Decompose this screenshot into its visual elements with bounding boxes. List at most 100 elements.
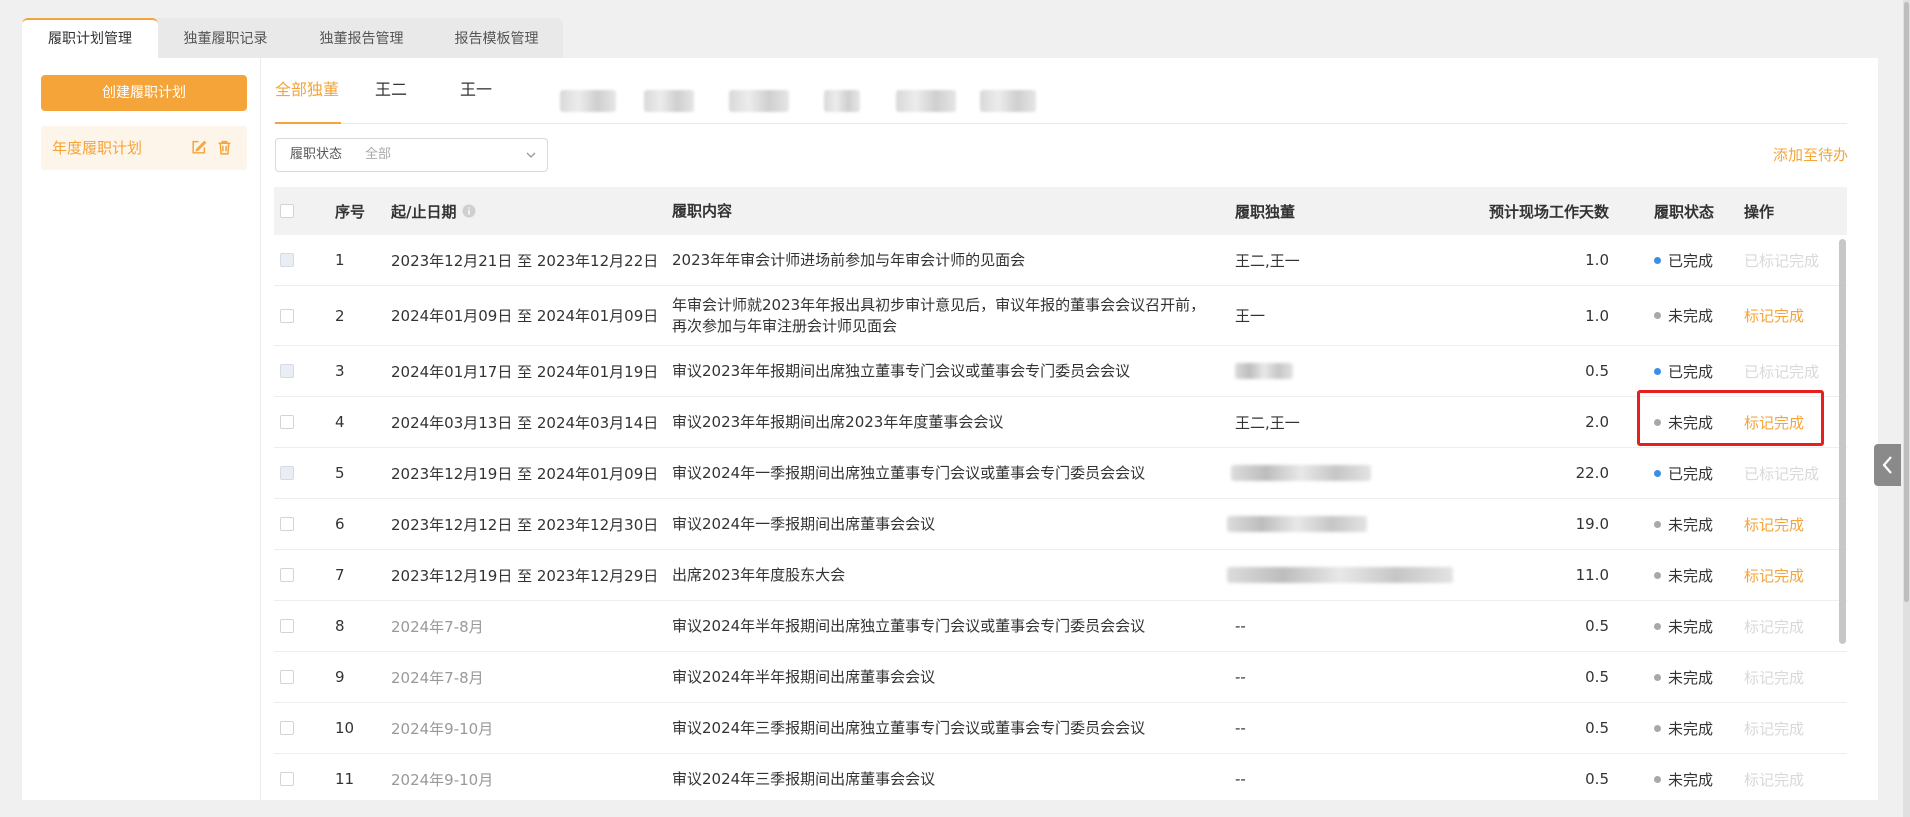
redacted-director-tab[interactable] xyxy=(729,90,789,112)
row-checkbox[interactable] xyxy=(280,308,294,323)
row-status-label: 未完成 xyxy=(1668,566,1714,585)
row-select-cell xyxy=(280,652,296,702)
edit-icon[interactable] xyxy=(190,139,207,156)
row-people-cell xyxy=(1231,448,1371,498)
row-action-link[interactable]: 标记完成 xyxy=(1744,397,1804,447)
row-index: 5 xyxy=(335,464,345,482)
row-date: 2024年03月13日 至 2024年03月14日 xyxy=(391,413,659,432)
row-people: -- xyxy=(1235,668,1246,686)
select-all-checkbox[interactable] xyxy=(280,204,294,218)
row-action-link[interactable]: 标记完成 xyxy=(1744,286,1804,345)
redacted-director-tab[interactable] xyxy=(560,90,616,112)
tab-report-management[interactable]: 独董报告管理 xyxy=(293,18,430,58)
row-days: 2.0 xyxy=(1585,413,1609,431)
row-status: 未完成 xyxy=(1654,754,1713,804)
row-date: 2023年12月21日 至 2023年12月22日 xyxy=(391,251,659,270)
tab-director-wang-yi[interactable]: 王一 xyxy=(460,67,492,123)
status-dot xyxy=(1654,724,1661,732)
header-date: 起/止日期 xyxy=(391,187,476,235)
row-select-cell xyxy=(280,346,296,396)
tab-performance-records[interactable]: 独董履职记录 xyxy=(158,18,293,58)
row-checkbox[interactable] xyxy=(280,517,294,531)
tab-all-directors[interactable]: 全部独董 xyxy=(275,67,341,124)
row-index: 3 xyxy=(335,362,345,380)
plan-sidebar: 创建履职计划 年度履职计划 xyxy=(22,58,261,800)
row-days: 11.0 xyxy=(1575,566,1609,584)
row-date: 2024年9-10月 xyxy=(391,719,494,738)
row-days: 0.5 xyxy=(1585,668,1609,686)
row-select-cell xyxy=(280,448,296,498)
status-dot xyxy=(1654,256,1661,264)
redacted-director-tab[interactable] xyxy=(824,90,860,112)
row-select-cell xyxy=(280,754,296,804)
tab-plan-management[interactable]: 履职计划管理 xyxy=(22,18,158,58)
row-date: 2024年7-8月 xyxy=(391,668,484,687)
side-panel-handle[interactable] xyxy=(1874,444,1901,486)
row-checkbox[interactable] xyxy=(280,619,294,633)
row-checkbox[interactable] xyxy=(280,772,294,786)
row-people-cell: 王二,王一 xyxy=(1235,235,1300,285)
row-days: 1.0 xyxy=(1585,251,1609,269)
table-row: 4 2024年03月13日 至 2024年03月14日 审议2023年年报期间出… xyxy=(274,397,1847,448)
row-days: 1.0 xyxy=(1585,306,1609,325)
header-action: 操作 xyxy=(1744,202,1775,221)
row-index: 11 xyxy=(335,770,355,788)
trash-icon[interactable] xyxy=(216,139,233,156)
row-date: 2023年12月12日 至 2023年12月30日 xyxy=(391,515,659,534)
info-icon[interactable] xyxy=(462,204,476,218)
row-status: 已完成 xyxy=(1654,235,1713,285)
header-content: 履职内容 xyxy=(672,201,733,220)
header-date-label: 起/止日期 xyxy=(391,202,457,221)
row-checkbox[interactable] xyxy=(280,415,294,429)
row-status: 未完成 xyxy=(1654,601,1713,651)
table-scrollbar[interactable] xyxy=(1839,239,1846,644)
row-status: 已完成 xyxy=(1654,448,1713,498)
row-days: 0.5 xyxy=(1585,719,1609,737)
row-people: -- xyxy=(1235,617,1246,635)
row-people-cell: 王二,王一 xyxy=(1235,397,1300,447)
status-dot xyxy=(1654,520,1661,528)
row-checkbox[interactable] xyxy=(280,721,294,735)
row-content: 审议2024年一季报期间出席独立董事专门会议或董事会专门委员会会议 xyxy=(672,463,1146,482)
redacted-director-tab[interactable] xyxy=(980,90,1036,112)
row-checkbox[interactable] xyxy=(280,568,294,582)
row-action-link[interactable]: 标记完成 xyxy=(1744,550,1804,600)
row-status: 未完成 xyxy=(1654,652,1713,702)
row-people: 王一 xyxy=(1235,307,1266,325)
row-action-link[interactable]: 标记完成 xyxy=(1744,499,1804,549)
row-content: 审议2024年三季报期间出席董事会会议 xyxy=(672,769,936,788)
row-date: 2024年7-8月 xyxy=(391,617,484,636)
row-status: 未完成 xyxy=(1654,550,1713,600)
row-checkbox[interactable] xyxy=(280,670,294,684)
row-content: 出席2023年年度股东大会 xyxy=(672,565,846,584)
status-filter-select[interactable]: 履职状态 全部 xyxy=(275,138,548,172)
tab-director-wang-er[interactable]: 王二 xyxy=(375,67,407,123)
status-filter-label: 履职状态 xyxy=(290,147,343,162)
row-people-cell xyxy=(1235,346,1293,396)
row-select-cell xyxy=(280,601,296,651)
row-content: 审议2024年半年报期间出席董事会会议 xyxy=(672,667,936,686)
row-action-link: 标记完成 xyxy=(1744,617,1805,636)
table-row: 10 2024年9-10月 审议2024年三季报期间出席独立董事专门会议或董事会… xyxy=(274,703,1847,754)
row-date: 2024年01月17日 至 2024年01月19日 xyxy=(391,362,659,381)
page-scrollbar[interactable] xyxy=(1904,2,1909,602)
table-row: 9 2024年7-8月 审议2024年半年报期间出席董事会会议 -- 0.5 未… xyxy=(274,652,1847,703)
row-index: 4 xyxy=(335,413,345,431)
tab-template-management[interactable]: 报告模板管理 xyxy=(430,18,563,58)
status-dot xyxy=(1654,775,1661,783)
row-checkbox xyxy=(280,364,294,378)
add-to-todo-link[interactable]: 添加至待办 xyxy=(1773,144,1848,165)
create-plan-button[interactable]: 创建履职计划 xyxy=(41,75,247,111)
row-people: -- xyxy=(1235,770,1246,788)
row-index: 10 xyxy=(335,719,355,737)
table-row: 5 2023年12月19日 至 2024年01月09日 审议2024年一季报期间… xyxy=(274,448,1847,499)
status-dot xyxy=(1654,469,1661,477)
row-status-label: 未完成 xyxy=(1668,668,1714,687)
header-days: 预计现场工作天数 xyxy=(1488,202,1609,221)
redacted-director-tab[interactable] xyxy=(644,90,694,112)
header-status: 履职状态 xyxy=(1654,202,1715,221)
status-dot xyxy=(1654,673,1661,681)
row-action-link: 已标记完成 xyxy=(1744,362,1820,381)
redacted-director-tab[interactable] xyxy=(896,90,956,112)
plan-list-item[interactable]: 年度履职计划 xyxy=(41,126,247,170)
